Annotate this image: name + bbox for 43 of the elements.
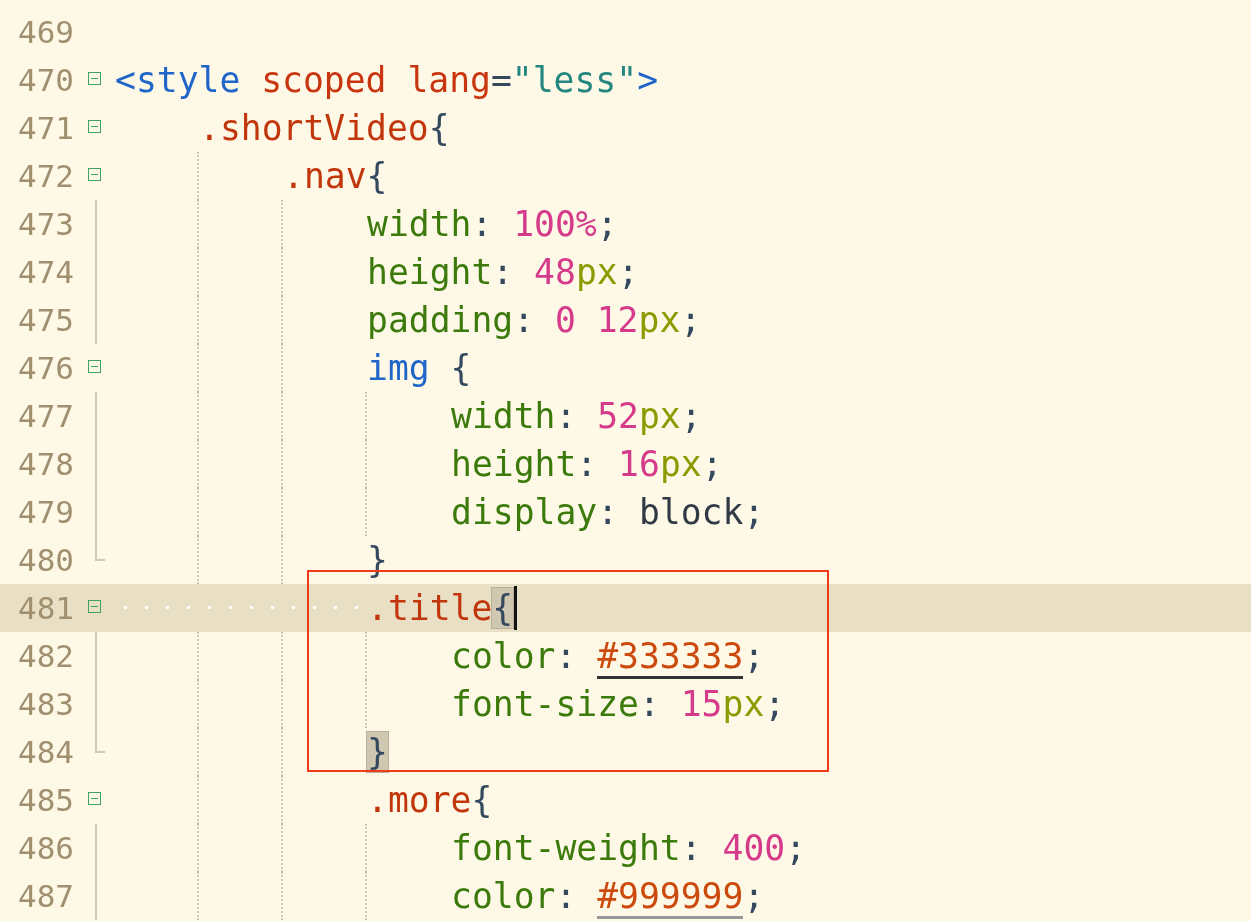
line-number: 482 [17,638,74,674]
fold-toggle[interactable] [88,120,101,133]
line-number: 483 [17,686,74,722]
code-line: color: #999999; [451,876,765,916]
line-number: 476 [17,350,74,386]
fold-toggle[interactable] [88,360,101,373]
text-cursor [514,586,518,630]
fold-toggle[interactable] [88,600,101,613]
line-number: 486 [17,830,74,866]
line-number: 478 [17,446,74,482]
line-number: 474 [17,254,74,290]
line-number: 485 [17,782,74,818]
code-line: height: 48px; [367,252,639,292]
line-number: 470 [17,62,74,98]
line-number: 481 [17,590,74,626]
code-line: <style scoped lang="less"> [115,60,658,100]
line-number: 487 [17,878,74,914]
code-line: width: 52px; [451,396,702,436]
line-number: 475 [17,302,74,338]
code-line: height: 16px; [451,444,723,484]
line-number: 484 [17,734,74,770]
code-line: .title{ [367,588,514,628]
line-number: 477 [17,398,74,434]
code-line: font-size: 15px; [451,684,786,724]
code-line: font-weight: 400; [451,828,807,868]
code-line: .shortVideo{ [199,108,450,148]
code-line: .nav{ [283,156,388,196]
code-line: padding: 0 12px; [367,300,702,340]
code-line: img { [367,348,472,388]
line-number: 471 [17,110,74,146]
line-number: 480 [17,542,74,578]
code-line: color: #333333; [451,636,765,676]
code-line: .more{ [367,780,493,820]
code-line: width: 100%; [367,204,618,244]
line-number: 473 [17,206,74,242]
code-line: display: block; [451,492,765,532]
fold-toggle[interactable] [88,72,101,85]
code-line: } [367,540,388,580]
fold-toggle[interactable] [88,792,101,805]
line-number: 472 [17,158,74,194]
fold-toggle[interactable] [88,168,101,181]
line-number: 469 [17,14,74,50]
line-number: 479 [17,494,74,530]
